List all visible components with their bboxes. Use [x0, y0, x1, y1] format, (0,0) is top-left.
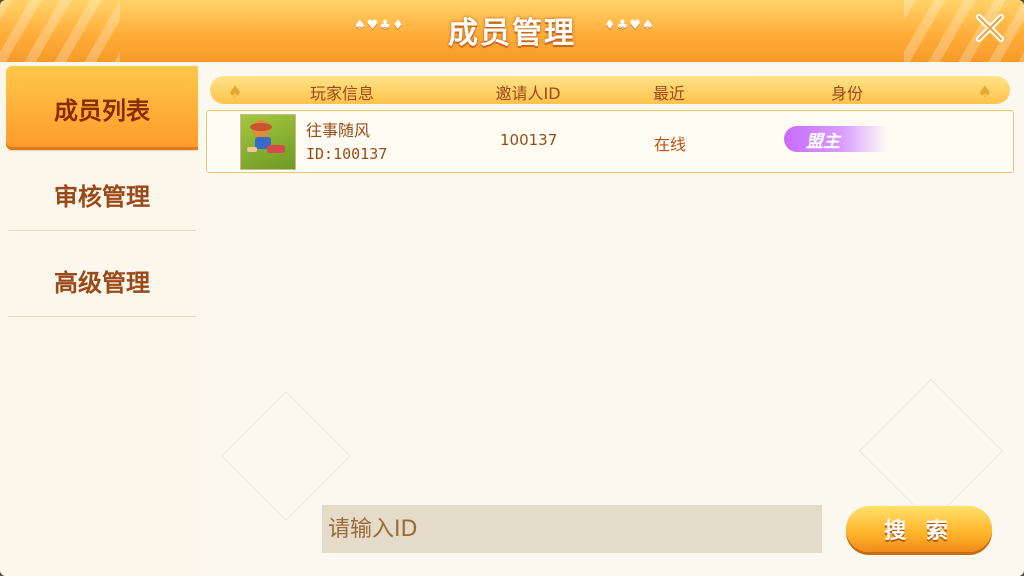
search-input[interactable] — [322, 505, 822, 553]
header-bar: ♠♥♣♦ 成员管理 ♦♣♥♠ — [0, 0, 1024, 62]
column-header-identity: 身份 — [830, 84, 863, 103]
sidebar-item-review-management[interactable]: 审核管理 — [8, 152, 196, 236]
sidebar-divider — [8, 150, 196, 151]
status-online: 在线 — [654, 135, 687, 154]
sidebar-divider — [8, 316, 196, 317]
player-name: 往事随风 — [306, 121, 371, 140]
avatar[interactable] — [240, 114, 296, 170]
inviter-id-value: 100137 — [500, 131, 558, 149]
column-header-recent: 最近 — [652, 84, 685, 103]
table-header: ♠ 玩家信息 邀请人ID 最近 身份 ♠ — [210, 76, 1010, 104]
sidebar-item-label: 成员列表 — [54, 96, 150, 125]
role-badge: 盟主 — [784, 126, 888, 152]
sidebar-item-member-list[interactable]: 成员列表 — [6, 66, 198, 150]
close-icon — [976, 14, 1004, 42]
close-button[interactable] — [970, 8, 1010, 48]
page-title: 成员管理 — [448, 16, 576, 51]
member-management-window: ♠♥♣♦ 成员管理 ♦♣♥♠ 成员列表 审核管理 高级管理 ♠ 玩家信息 邀请人… — [0, 0, 1024, 576]
spade-icon: ♠ — [228, 82, 243, 101]
sidebar-item-advanced-management[interactable]: 高级管理 — [8, 238, 196, 322]
sidebar-item-label: 高级管理 — [54, 268, 150, 297]
avatar-character-icon — [247, 120, 285, 153]
sidebar-divider — [8, 230, 196, 231]
role-badge-label: 盟主 — [806, 131, 840, 152]
search-button-label: 搜 索 — [884, 519, 954, 544]
column-header-player-info: 玩家信息 — [309, 84, 374, 103]
spade-icon: ♠ — [977, 82, 992, 101]
sidebar-item-label: 审核管理 — [54, 182, 150, 211]
player-id: ID:100137 — [306, 145, 388, 163]
search-button[interactable]: 搜 索 — [846, 506, 992, 552]
column-header-inviter-id: 邀请人ID — [495, 84, 561, 103]
suits-decoration-right: ♦♣♥♠ — [604, 18, 655, 33]
